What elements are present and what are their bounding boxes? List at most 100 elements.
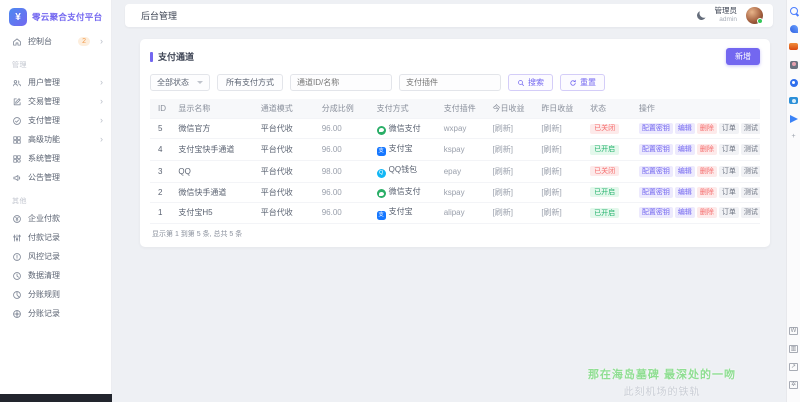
sidebar-item[interactable]: 付款记录: [0, 228, 111, 247]
row-action-button[interactable]: 配置密钥: [638, 207, 673, 219]
column-header: ID: [150, 99, 175, 119]
logo: ¥ 零云聚合支付平台: [0, 0, 111, 32]
cell-plugin: kspay: [439, 138, 489, 161]
sidebar-sections: 管理 用户管理 › 交易管理 › 支付管理 › 高级功能 › 系统管理 公告管理 其他 企业付款 付款记录…: [0, 60, 111, 323]
row-action-button[interactable]: 测试: [740, 186, 760, 198]
wayback-icon[interactable]: W: [789, 326, 798, 335]
search-icon[interactable]: [789, 6, 798, 15]
row-action-button[interactable]: 删除: [696, 207, 717, 219]
cell-yesterday-revenue[interactable]: [刷新]: [537, 202, 587, 225]
sidebar-item-label: 交易管理: [28, 97, 60, 106]
column-header: 昨日收益: [537, 99, 587, 119]
cell-plugin: alipay: [439, 202, 489, 225]
comet-icon[interactable]: [789, 24, 798, 33]
row-action-button[interactable]: 删除: [696, 123, 717, 134]
row-action-button[interactable]: 订单: [718, 207, 739, 219]
reset-button[interactable]: 重置: [560, 74, 605, 91]
camera-icon[interactable]: [789, 96, 798, 105]
add-icon[interactable]: +: [789, 132, 798, 141]
sidebar-item[interactable]: 数据清理: [0, 266, 111, 285]
chevron-right-icon: ›: [100, 134, 103, 144]
row-action-button[interactable]: 编辑: [674, 165, 695, 177]
cell-today-revenue[interactable]: [刷新]: [488, 138, 538, 161]
sidebar-item[interactable]: 高级功能 ›: [0, 130, 111, 149]
row-action-button[interactable]: 删除: [696, 165, 717, 177]
sidebar-item-label: 风控记录: [28, 252, 60, 261]
row-action-button[interactable]: 测试: [740, 165, 760, 177]
cell-today-revenue[interactable]: [刷新]: [488, 202, 538, 225]
row-action-button[interactable]: 订单: [718, 165, 739, 177]
briefcase-icon[interactable]: [789, 42, 798, 51]
cell-today-revenue[interactable]: [刷新]: [488, 160, 538, 183]
sidebar-item-console[interactable]: 控制台 2 ›: [0, 32, 111, 51]
modules-icon: [11, 153, 22, 164]
cell-ratio: 96.00: [317, 138, 373, 161]
row-action-button[interactable]: 测试: [740, 207, 760, 219]
cell-method: 支支付宝: [372, 202, 440, 225]
status-select[interactable]: 全部状态: [150, 74, 210, 91]
avatar[interactable]: [746, 7, 763, 24]
sidebar-item-label: 分账记录: [28, 309, 60, 318]
user-name: 管理员: [714, 6, 738, 16]
external-link-icon[interactable]: ↗: [789, 362, 798, 371]
table-row: 3 QQ 平台代收 98.00 Q QQ钱包 epay [刷新] [刷新] 已关闭 配置密钥 编辑 删除…: [150, 160, 760, 183]
cell-yesterday-revenue[interactable]: [刷新]: [537, 118, 587, 139]
sidebar-item[interactable]: 用户管理 ›: [0, 73, 111, 92]
column-header: 支付方式: [372, 99, 440, 119]
payment-plugin-input[interactable]: [399, 74, 501, 91]
column-header: 通道模式: [256, 99, 318, 119]
sidebar-item[interactable]: 分账记录: [0, 304, 111, 323]
add-button[interactable]: 新增: [726, 48, 760, 65]
user-menu[interactable]: 管理员 admin: [715, 7, 738, 23]
cell-status: 已开启: [586, 202, 635, 225]
chevron-down-icon: [197, 81, 203, 84]
sidebar-item[interactable]: 支付管理 ›: [0, 111, 111, 130]
cell-yesterday-revenue[interactable]: [刷新]: [537, 160, 587, 183]
row-action-button[interactable]: 订单: [718, 186, 739, 198]
sidebar-footer-strip: [0, 394, 112, 402]
sidebar-item[interactable]: 分账规则: [0, 285, 111, 304]
row-action-button[interactable]: 配置密钥: [638, 186, 673, 198]
cell-plugin: wxpay: [439, 118, 489, 139]
sidebar-item-label: 用户管理: [28, 78, 60, 87]
app-window: ¥ 零云聚合支付平台 控制台 2 › 管理 用户管理 › 交易管理 › 支付管理 › 高级功能…: [0, 0, 800, 402]
send-icon[interactable]: [789, 114, 798, 123]
channel-id-input[interactable]: [290, 74, 392, 91]
row-action-button[interactable]: 编辑: [674, 207, 695, 219]
sidebar-item[interactable]: 交易管理 ›: [0, 92, 111, 111]
sidebar-item[interactable]: 企业付款: [0, 209, 111, 228]
payment-method-select[interactable]: 所有支付方式: [217, 74, 283, 91]
compass-icon[interactable]: [789, 78, 798, 87]
row-action-button[interactable]: 编辑: [674, 143, 695, 155]
row-action-button[interactable]: 编辑: [674, 186, 695, 198]
sidebar-item-label: 控制台: [28, 37, 52, 46]
row-action-button[interactable]: 测试: [740, 123, 760, 134]
row-action-button[interactable]: 配置密钥: [638, 123, 673, 134]
search-button[interactable]: 搜索: [508, 74, 553, 91]
row-action-button[interactable]: 订单: [718, 143, 739, 155]
cell-mode: 平台代收: [256, 118, 318, 139]
edit-icon: [11, 96, 22, 107]
cell-yesterday-revenue[interactable]: [刷新]: [537, 138, 587, 161]
profile-icon[interactable]: [789, 60, 798, 69]
cell-yesterday-revenue[interactable]: [刷新]: [537, 182, 587, 203]
panel-header: 支付通道 新增: [150, 48, 760, 65]
settings-icon[interactable]: ✲: [789, 380, 798, 389]
cell-plugin: kspay: [439, 182, 489, 203]
row-action-button[interactable]: 删除: [696, 143, 717, 155]
row-action-button[interactable]: 删除: [696, 186, 717, 198]
row-action-button[interactable]: 配置密钥: [638, 165, 673, 177]
cell-today-revenue[interactable]: [刷新]: [488, 182, 538, 203]
sidebar-item-label: 企业付款: [28, 214, 60, 223]
row-action-button[interactable]: 编辑: [674, 123, 695, 134]
grid-icon: [11, 134, 22, 145]
sidebar-item[interactable]: 系统管理: [0, 149, 111, 168]
row-action-button[interactable]: 配置密钥: [638, 143, 673, 155]
sidebar-item[interactable]: 风控记录: [0, 247, 111, 266]
row-action-button[interactable]: 订单: [718, 123, 739, 134]
cell-today-revenue[interactable]: [刷新]: [488, 118, 538, 139]
sidebar-item[interactable]: 公告管理: [0, 168, 111, 187]
row-action-button[interactable]: 测试: [740, 143, 760, 155]
dark-mode-toggle-icon[interactable]: [695, 10, 706, 21]
side-panel-icon[interactable]: ▥: [789, 344, 798, 353]
